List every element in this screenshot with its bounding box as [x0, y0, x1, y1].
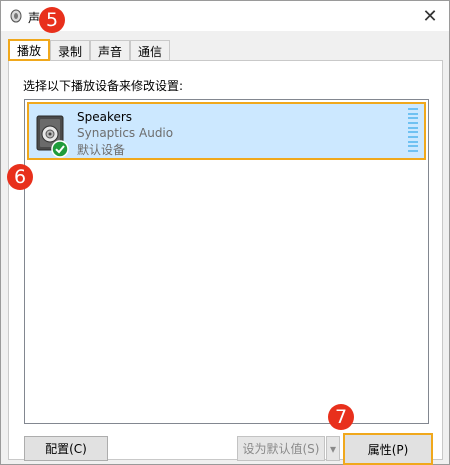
set-default-button[interactable]: 设为默认值(S) — [237, 436, 325, 461]
device-list[interactable]: Speakers Synaptics Audio 默认设备 — [24, 99, 429, 424]
tab-communications[interactable]: 通信 — [130, 40, 171, 61]
properties-button[interactable]: 属性(P) — [343, 433, 433, 465]
volume-level-meter — [408, 108, 418, 152]
tab-playback[interactable]: 播放 — [8, 39, 51, 61]
set-default-dropdown-button[interactable]: ▾ — [326, 436, 340, 461]
callout-badge-6: 6 — [7, 164, 33, 190]
device-driver: Synaptics Audio — [77, 126, 174, 140]
sound-dialog: 声 ✕ 5 播放 录制 声音 通信 选择以下播放设备来修改设置: Speaker… — [0, 0, 450, 465]
device-status: 默认设备 — [77, 143, 126, 157]
tab-recording[interactable]: 录制 — [50, 40, 91, 61]
configure-button[interactable]: 配置(C) — [24, 436, 108, 461]
sound-app-icon — [10, 9, 22, 23]
device-name: Speakers — [77, 110, 133, 124]
instruction-text: 选择以下播放设备来修改设置: — [23, 79, 184, 93]
callout-badge-5: 5 — [39, 7, 65, 33]
green-check-icon — [51, 140, 69, 158]
callout-badge-7: 7 — [328, 404, 354, 430]
device-item-speakers[interactable]: Speakers Synaptics Audio 默认设备 — [27, 102, 426, 160]
tab-sounds[interactable]: 声音 — [90, 40, 131, 61]
title-bar: 声 ✕ — [1, 1, 449, 31]
tab-strip: 播放 录制 声音 通信 — [8, 39, 171, 61]
close-button[interactable]: ✕ — [415, 1, 445, 31]
playback-panel: 选择以下播放设备来修改设置: Speakers Synaptics Audio … — [8, 60, 443, 465]
